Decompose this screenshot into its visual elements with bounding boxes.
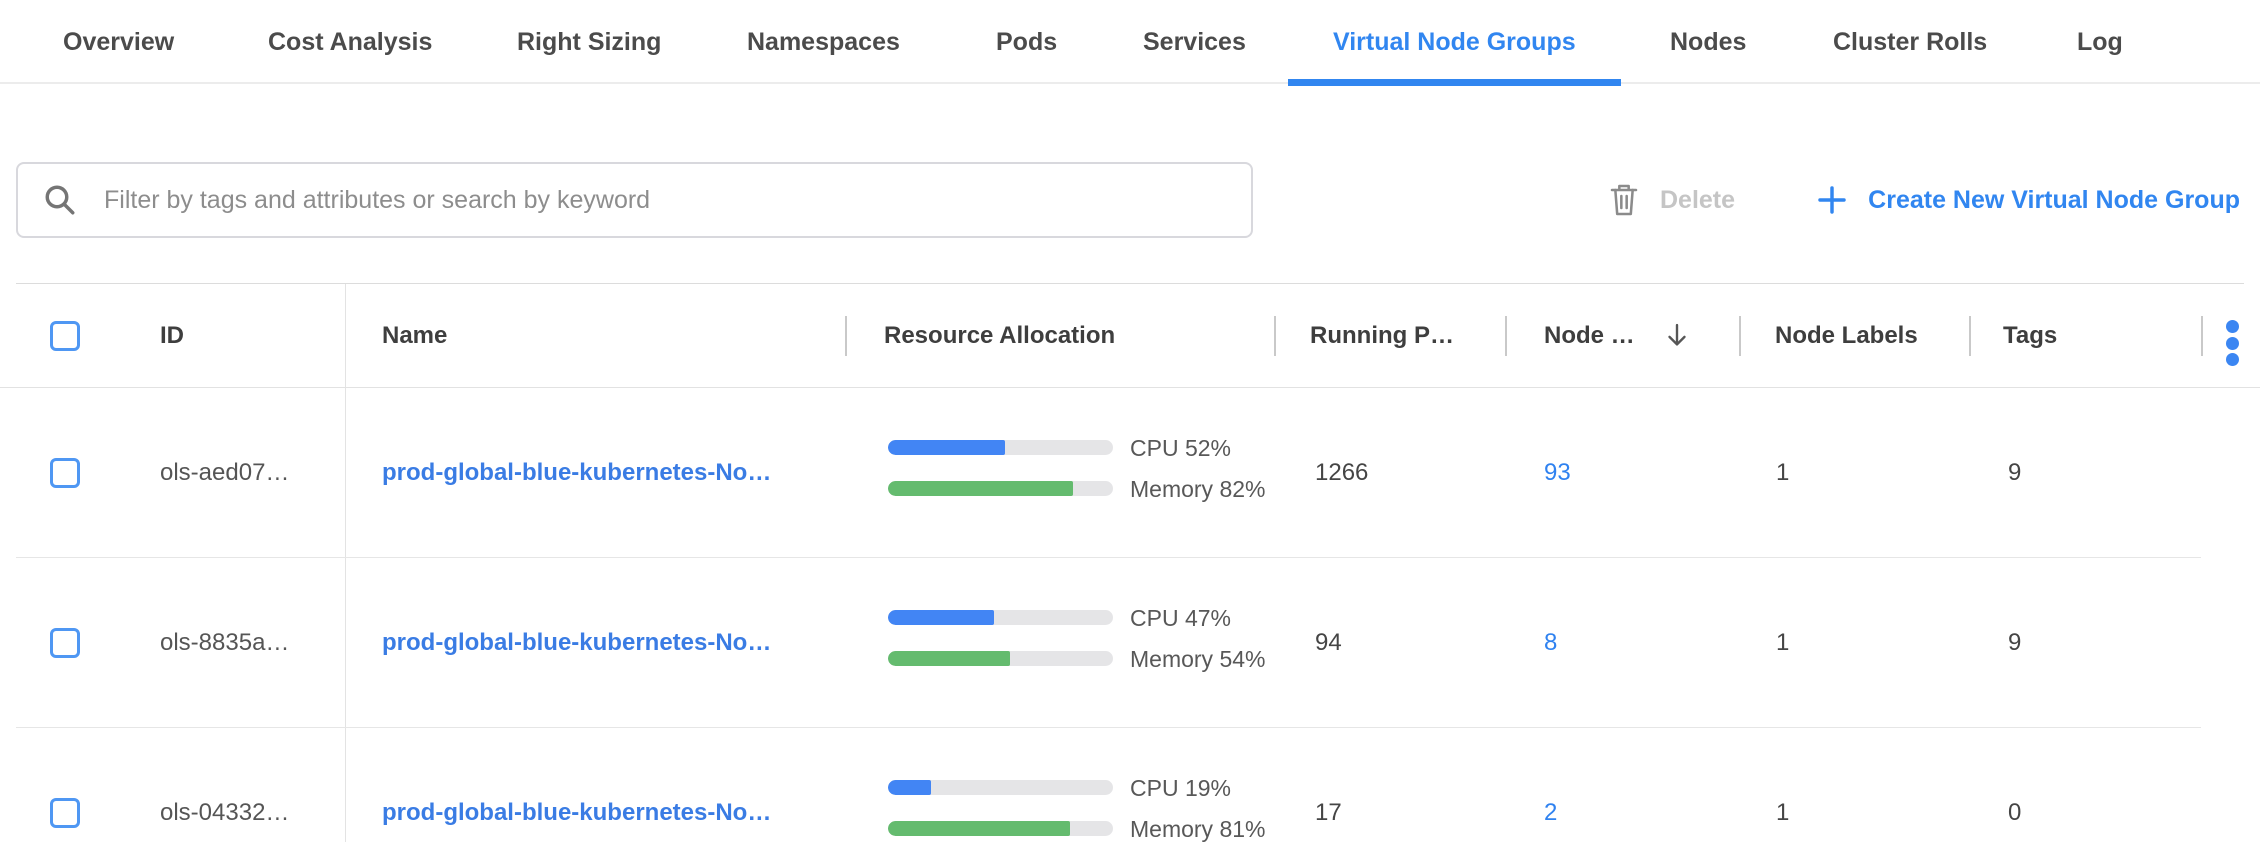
tab-virtual-node-groups[interactable]: Virtual Node Groups	[1333, 0, 1576, 84]
cpu-usage-label: CPU 47%	[1130, 605, 1231, 631]
cpu-usage-label: CPU 19%	[1130, 775, 1231, 801]
cell-running-pods: 1266	[1315, 458, 1368, 488]
cpu-usage-fill	[888, 440, 1005, 455]
header-divider	[1739, 316, 1741, 356]
cell-nodes-count-link[interactable]: 2	[1544, 798, 1557, 828]
cell-name-link[interactable]: prod-global-blue-kubernetes-No…	[382, 458, 771, 488]
column-header-id[interactable]: ID	[160, 321, 184, 351]
cell-node-labels: 1	[1776, 798, 1789, 828]
filter-input[interactable]	[16, 162, 1253, 238]
header-divider	[2201, 316, 2203, 356]
trash-icon	[1608, 182, 1640, 218]
cell-running-pods: 17	[1315, 798, 1342, 828]
cell-tags: 9	[2008, 628, 2021, 658]
cell-name-link[interactable]: prod-global-blue-kubernetes-No…	[382, 628, 771, 658]
virtual-node-groups-page: Overview Cost Analysis Right Sizing Name…	[0, 0, 2260, 842]
table-header: ID Name Resource Allocation Running P… N…	[0, 283, 2260, 388]
delete-button[interactable]: Delete	[1608, 175, 1735, 225]
header-divider	[845, 316, 847, 356]
cell-running-pods: 94	[1315, 628, 1342, 658]
select-all-checkbox[interactable]	[50, 321, 80, 351]
header-divider	[1505, 316, 1507, 356]
row-checkbox[interactable]	[50, 798, 80, 828]
cpu-usage-bar	[888, 780, 1113, 795]
cell-id: ols-8835a…	[160, 628, 289, 658]
memory-usage-bar	[888, 651, 1113, 666]
memory-usage-bar	[888, 821, 1113, 836]
create-new-virtual-node-group-button[interactable]: Create New Virtual Node Group	[1816, 175, 2240, 225]
cpu-usage-bar	[888, 610, 1113, 625]
column-header-node-labels[interactable]: Node Labels	[1775, 321, 1918, 351]
row-checkbox[interactable]	[50, 628, 80, 658]
cell-node-labels: 1	[1776, 458, 1789, 488]
table-row: ols-aed07… prod-global-blue-kubernetes-N…	[0, 388, 2260, 558]
column-options-menu-icon[interactable]	[2226, 320, 2240, 366]
tab-right-sizing[interactable]: Right Sizing	[517, 0, 661, 84]
memory-usage-fill	[888, 651, 1010, 666]
cpu-usage-fill	[888, 780, 931, 795]
cell-name-link[interactable]: prod-global-blue-kubernetes-No…	[382, 798, 771, 828]
cell-tags: 9	[2008, 458, 2021, 488]
column-header-nodes[interactable]: Node …	[1544, 321, 1635, 351]
table-row: ols-8835a… prod-global-blue-kubernetes-N…	[0, 558, 2260, 728]
cpu-usage-fill	[888, 610, 994, 625]
tab-cost-analysis[interactable]: Cost Analysis	[268, 0, 432, 84]
tab-nodes[interactable]: Nodes	[1670, 0, 1746, 84]
tab-log[interactable]: Log	[2077, 0, 2123, 84]
sort-descending-icon[interactable]	[1662, 320, 1692, 350]
column-header-running-pods[interactable]: Running P…	[1310, 321, 1454, 351]
tab-services[interactable]: Services	[1143, 0, 1246, 84]
memory-usage-label: Memory 82%	[1130, 476, 1265, 502]
tab-namespaces[interactable]: Namespaces	[747, 0, 900, 84]
delete-button-label: Delete	[1660, 186, 1735, 215]
header-divider	[1274, 316, 1276, 356]
cell-id: ols-aed07…	[160, 458, 289, 488]
memory-usage-fill	[888, 821, 1070, 836]
search-icon	[42, 182, 78, 218]
column-header-name[interactable]: Name	[382, 321, 447, 351]
cell-id: ols-04332…	[160, 798, 289, 828]
tab-pods[interactable]: Pods	[996, 0, 1057, 84]
tab-overview[interactable]: Overview	[63, 0, 174, 84]
memory-usage-label: Memory 54%	[1130, 646, 1265, 672]
cell-tags: 0	[2008, 798, 2021, 828]
cell-node-labels: 1	[1776, 628, 1789, 658]
memory-usage-bar	[888, 481, 1113, 496]
column-header-resource-allocation[interactable]: Resource Allocation	[884, 321, 1115, 351]
plus-icon	[1816, 184, 1848, 216]
memory-usage-fill	[888, 481, 1073, 496]
table-row: ols-04332… prod-global-blue-kubernetes-N…	[0, 728, 2260, 842]
row-checkbox[interactable]	[50, 458, 80, 488]
cell-nodes-count-link[interactable]: 93	[1544, 458, 1571, 488]
tab-cluster-rolls[interactable]: Cluster Rolls	[1833, 0, 1987, 84]
memory-usage-label: Memory 81%	[1130, 816, 1265, 842]
cpu-usage-label: CPU 52%	[1130, 435, 1231, 461]
column-header-tags[interactable]: Tags	[2003, 321, 2057, 351]
header-divider	[1969, 316, 1971, 356]
create-button-label: Create New Virtual Node Group	[1868, 186, 2240, 215]
tab-bar: Overview Cost Analysis Right Sizing Name…	[0, 0, 2260, 84]
kebab-dot	[2226, 337, 2239, 350]
kebab-dot	[2226, 353, 2239, 366]
filter-input-container	[16, 162, 1253, 238]
cpu-usage-bar	[888, 440, 1113, 455]
kebab-dot	[2226, 320, 2239, 333]
cell-nodes-count-link[interactable]: 8	[1544, 628, 1557, 658]
